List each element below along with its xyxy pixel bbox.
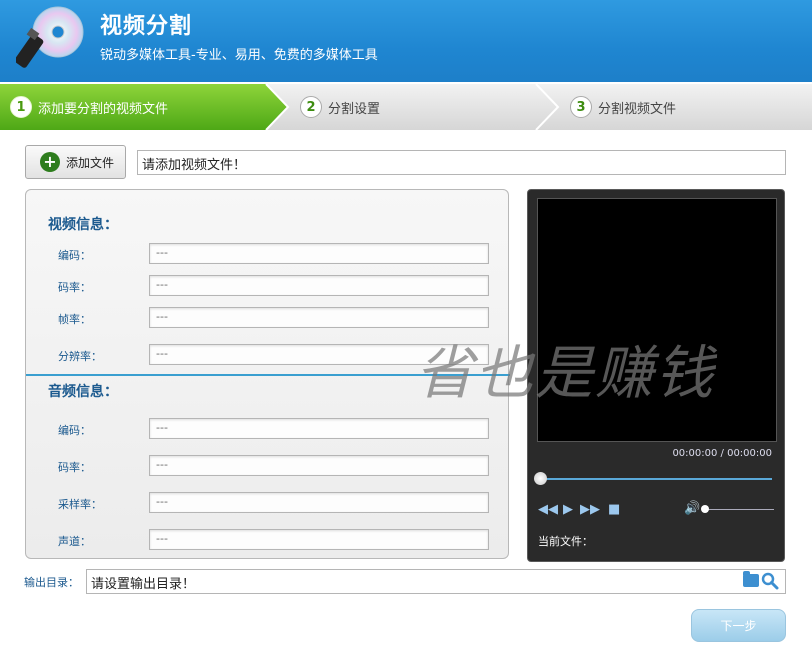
step-number: 1	[10, 96, 32, 118]
seek-slider-handle[interactable]	[534, 472, 547, 485]
audio-bitrate-label: 码率：	[58, 461, 91, 474]
video-bitrate-label: 码率：	[58, 281, 91, 294]
current-file-label: 当前文件：	[538, 535, 593, 548]
app-subtitle: 锐动多媒体工具-专业、易用、免费的多媒体工具	[100, 48, 378, 63]
video-screen	[537, 198, 777, 442]
stop-icon[interactable]: ■	[608, 502, 620, 517]
seek-track[interactable]	[540, 478, 772, 480]
step-number: 3	[570, 96, 592, 118]
wizard-steps: 1 添加要分割的视频文件 2 分割设置 3 分割视频文件	[0, 84, 812, 130]
step-add-video: 1 添加要分割的视频文件	[10, 84, 168, 130]
step-split-settings: 2 分割设置	[300, 84, 380, 130]
video-disc-logo-icon	[16, 6, 84, 68]
volume-slider-handle[interactable]	[701, 505, 709, 513]
audio-codec-label: 编码：	[58, 424, 91, 437]
play-icon[interactable]: ▶	[563, 502, 573, 517]
output-dir-field[interactable]: 请设置输出目录！	[86, 569, 786, 594]
video-player: 00:00:00 / 00:00:00 ◀◀ ▶ ▶▶ ■ 🔊 当前文件：	[527, 189, 785, 562]
audio-channels-label: 声道：	[58, 535, 91, 548]
video-bitrate-value: ---	[149, 275, 489, 296]
step-label: 分割设置	[328, 101, 381, 117]
video-framerate-value: ---	[149, 307, 489, 328]
audio-info-title: 音频信息：	[48, 384, 118, 400]
output-dir-label: 输出目录：	[24, 576, 79, 589]
rewind-icon[interactable]: ◀◀	[538, 502, 558, 517]
video-file-field[interactable]: 请添加视频文件！	[137, 150, 786, 175]
video-info-title: 视频信息：	[48, 217, 118, 233]
section-divider	[26, 374, 510, 376]
volume-track[interactable]	[704, 509, 774, 510]
folder-icon[interactable]	[743, 571, 759, 587]
audio-samplerate-value: ---	[149, 492, 489, 513]
app-title: 视频分割	[100, 14, 193, 39]
video-resolution-value: ---	[149, 344, 489, 365]
step-number: 2	[300, 96, 322, 118]
video-codec-value: ---	[149, 243, 489, 264]
video-framerate-label: 帧率：	[58, 313, 91, 326]
audio-samplerate-label: 采样率：	[58, 498, 102, 511]
video-codec-label: 编码：	[58, 249, 91, 262]
step-label: 分割视频文件	[598, 101, 677, 117]
media-info-panel: 视频信息： 编码： --- 码率： --- 帧率： --- 分辨率： --- 音…	[25, 189, 510, 559]
fast-forward-icon[interactable]: ▶▶	[580, 502, 600, 517]
audio-codec-value: ---	[149, 418, 489, 439]
add-file-button[interactable]: + 添加文件	[25, 145, 126, 179]
volume-icon[interactable]: 🔊	[684, 501, 700, 516]
app-header: 视频分割 锐动多媒体工具-专业、易用、免费的多媒体工具	[0, 0, 812, 82]
time-readout: 00:00:00 / 00:00:00	[672, 448, 772, 459]
next-button[interactable]: 下一步	[691, 609, 786, 642]
audio-channels-value: ---	[149, 529, 489, 550]
add-file-label: 添加文件	[66, 155, 115, 170]
step-label: 添加要分割的视频文件	[38, 101, 169, 117]
step-split-video: 3 分割视频文件	[570, 84, 676, 130]
output-dir-value: 请设置输出目录！	[91, 577, 196, 592]
search-icon[interactable]	[761, 572, 779, 590]
video-resolution-label: 分辨率：	[58, 350, 102, 363]
plus-icon: +	[40, 152, 60, 172]
audio-bitrate-value: ---	[149, 455, 489, 476]
